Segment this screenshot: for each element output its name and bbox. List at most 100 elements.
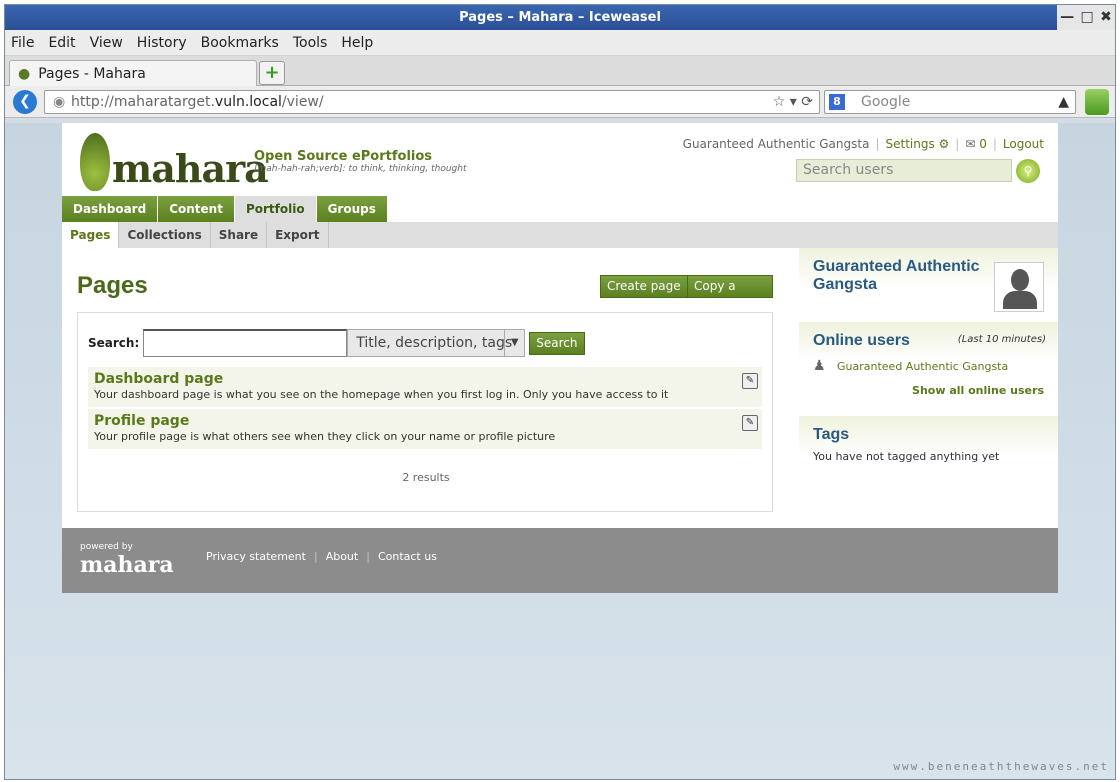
privacy-link[interactable]: Privacy statement [206,550,306,563]
menu-bookmarks[interactable]: Bookmarks [201,35,279,51]
tab-label: Pages - Mahara [38,66,146,82]
separator: | [992,137,997,151]
menu-edit[interactable]: Edit [48,35,75,51]
menu-history[interactable]: History [137,35,187,51]
browser-window: Pages – Mahara – Iceweasel — □ ✖ File Ed… [4,4,1116,780]
menu-bar: File Edit View History Bookmarks Tools H… [5,30,1115,56]
site-footer: powered by mahara Privacy statement | Abou… [62,528,1058,593]
subtab-collections[interactable]: Collections [119,222,211,248]
online-users-box: Online users (Last 10 minutes) ♟ Guarant… [799,322,1058,414]
page-link-profile[interactable]: Profile page [94,413,756,429]
search-input[interactable] [143,329,348,357]
mail-icon[interactable]: ✉ [965,137,979,151]
browser-search-bar[interactable]: 8 Google ▲ [824,90,1076,114]
copy-page-button[interactable]: Copy a page [687,275,773,314]
bookmark-star-icon[interactable]: ☆ ▾ ⟳ [773,91,813,113]
tab-dashboard[interactable]: Dashboard [62,196,158,222]
menu-view[interactable]: View [90,35,123,51]
url-host: vuln.local [214,94,282,110]
search-label: Search: [88,336,140,350]
inbox-count[interactable]: 0 [979,137,987,151]
tab-pages-mahara[interactable]: ● Pages - Mahara [9,60,257,87]
minimize-icon[interactable]: — [1060,5,1074,30]
edit-icon[interactable]: ✎ [742,415,758,431]
close-icon[interactable]: ✖ [1100,5,1112,30]
separator: | [955,137,960,151]
create-page-button[interactable]: Create page [600,275,688,298]
profile-name[interactable]: Guaranteed Authentic Gangsta [813,258,993,294]
separator: | [313,550,318,563]
tags-box: Tags You have not tagged anything yet [799,416,1058,476]
main-nav: Dashboard Content Portfolio Groups [62,196,388,222]
search-users-input[interactable]: Search users [796,159,1012,182]
navigation-bar: ❮ ◉ http://maharatarget.vuln.local/view/… [5,86,1115,118]
search-button[interactable]: Search [529,331,585,355]
contact-link[interactable]: Contact us [378,550,437,563]
logo-wordmark: mahara [112,146,269,191]
addon-android-icon[interactable] [1085,89,1109,115]
watermark: www.beneneaththewaves.net [893,760,1109,773]
chevron-down-icon[interactable]: ▼ [504,330,524,356]
powered-by-brand: mahara [80,552,174,578]
mahara-drop-icon [80,133,110,191]
page-viewport: mahara Open Source ePortfolios [mah-hah-… [5,123,1115,779]
search-icon[interactable]: ⚲ [1016,159,1040,183]
subtab-share[interactable]: Share [211,222,268,248]
online-user-item: ♟ Guaranteed Authentic Gangsta [813,358,1044,374]
settings-link[interactable]: Settings [886,137,935,151]
results-count: 2 results [402,471,450,484]
pages-list-box: Search: Title, description, tags ▼ Searc… [77,312,773,512]
title-bar: Pages – Mahara – Iceweasel — □ ✖ [5,5,1115,30]
sub-nav: Pages Collections Share Export [62,222,1058,248]
about-link[interactable]: About [326,550,359,563]
maximize-icon[interactable]: □ [1081,5,1094,30]
tagline-sub: [mah-hah-rah;verb]: to think, thinking, … [254,164,467,174]
window-controls: — □ ✖ [1057,5,1115,30]
tagline: Open Source ePortfolios [mah-hah-rah;ver… [254,149,467,174]
show-all-online-link[interactable]: Show all online users [813,384,1044,397]
google-engine-icon[interactable]: 8 [829,94,845,110]
globe-icon: ◉ [53,94,66,110]
user-icon: ♟ [813,358,826,374]
back-button[interactable]: ❮ [13,90,37,114]
subtab-pages[interactable]: Pages [62,222,120,248]
url-bar[interactable]: ◉ http://maharatarget.vuln.local/view/ ☆… [44,90,820,114]
online-user-link[interactable]: Guaranteed Authentic Gangsta [837,360,1008,373]
mahara-logo[interactable]: mahara [80,133,269,191]
menu-tools[interactable]: Tools [293,35,328,51]
current-user-name[interactable]: Guaranteed Authentic Gangsta [683,137,870,151]
avatar-body [1003,291,1037,309]
search-scope-value: Title, description, tags [356,335,513,351]
search-scope-select[interactable]: Title, description, tags ▼ [347,329,526,357]
new-tab-button[interactable]: + [259,61,285,85]
page-description: Your dashboard page is what you see on t… [94,388,669,401]
tab-portfolio[interactable]: Portfolio [234,196,316,222]
edit-icon[interactable]: ✎ [742,373,758,389]
avatar[interactable] [994,262,1044,312]
tab-groups[interactable]: Groups [316,196,387,222]
gear-icon[interactable]: ⚙ [935,137,950,151]
url-prefix: http://maharatarget. [71,94,215,110]
mahara-favicon-icon: ● [18,66,31,82]
tagline-main: Open Source ePortfolios [254,149,433,164]
footer-links: Privacy statement | About | Contact us [206,550,437,563]
page-link-dashboard[interactable]: Dashboard page [94,371,756,387]
page-title: Pages [77,272,148,299]
subtab-export[interactable]: Export [267,222,329,248]
avatar-head [1011,269,1029,291]
addon-hat-icon[interactable]: ▲ [1058,91,1069,113]
tab-content[interactable]: Content [158,196,234,222]
window-title: Pages – Mahara – Iceweasel [459,10,661,25]
search-row: Search: Title, description, tags ▼ Searc… [88,329,585,357]
list-item: Dashboard page Your dashboard page is wh… [88,367,762,407]
tags-title: Tags [813,426,850,443]
list-item: Profile page Your profile page is what o… [88,409,762,449]
tags-note: You have not tagged anything yet [813,450,1000,463]
powered-by-logo[interactable]: powered by mahara [80,542,174,578]
url-path: /view/ [281,94,324,110]
menu-help[interactable]: Help [341,35,373,51]
menu-file[interactable]: File [11,35,34,51]
profile-box: Guaranteed Authentic Gangsta [799,248,1058,320]
site-header: mahara Open Source ePortfolios [mah-hah-… [62,123,1058,196]
logout-link[interactable]: Logout [1003,137,1044,151]
